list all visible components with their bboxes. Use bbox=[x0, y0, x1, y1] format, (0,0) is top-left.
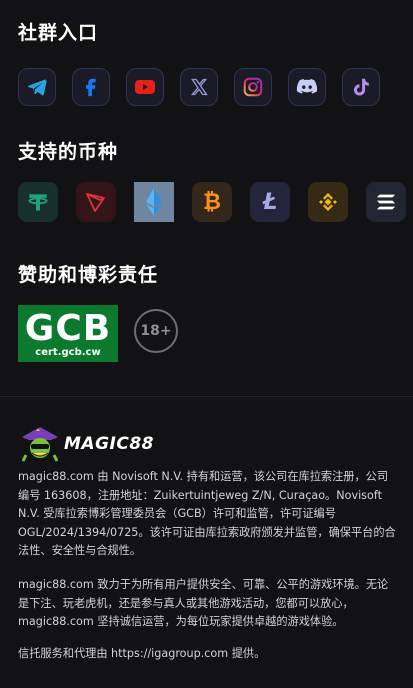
ethereum-icon bbox=[146, 188, 162, 216]
trust-service-text: 信托服务和代理由 https://igagroup.com 提供。 bbox=[18, 647, 266, 660]
mascot-icon bbox=[21, 427, 59, 462]
gcb-logo-text: GCB bbox=[24, 307, 112, 349]
commitment-text: magic88.com 致力于为所有用户提供安全、可靠、公平的游戏环境。无论是下… bbox=[18, 578, 389, 628]
brand-logo-text: MAGIC88 bbox=[64, 434, 154, 454]
tiktok-link[interactable] bbox=[342, 68, 380, 106]
x-icon bbox=[190, 78, 208, 96]
coin-list: ₿ Ł bbox=[18, 182, 413, 222]
coin-bitcoin: ₿ bbox=[192, 182, 232, 222]
tiktok-icon bbox=[353, 78, 369, 96]
x-link[interactable] bbox=[180, 68, 218, 106]
coin-litecoin: Ł bbox=[250, 182, 290, 222]
currencies-title: 支持的币种 bbox=[18, 141, 119, 163]
litecoin-icon: Ł bbox=[262, 189, 278, 215]
gcb-url: cert.gcb.cw bbox=[35, 346, 101, 358]
responsibility-title: 赞助和博彩责任 bbox=[18, 264, 159, 286]
discord-icon bbox=[296, 79, 318, 94]
telegram-link[interactable] bbox=[18, 68, 56, 106]
age-restriction-badge: 18+ bbox=[134, 309, 178, 353]
instagram-icon bbox=[243, 77, 263, 97]
solana-icon bbox=[376, 194, 396, 210]
youtube-icon bbox=[135, 80, 155, 94]
social-links bbox=[18, 68, 396, 106]
company-info-text: magic88.com 由 Novisoft N.V. 持有和运营，该公司在库拉… bbox=[18, 470, 396, 557]
coin-tron bbox=[76, 182, 116, 222]
facebook-icon bbox=[85, 78, 96, 97]
telegram-icon bbox=[27, 79, 47, 96]
instagram-link[interactable] bbox=[234, 68, 272, 106]
binance-icon bbox=[319, 193, 337, 211]
discord-link[interactable] bbox=[288, 68, 326, 106]
youtube-link[interactable] bbox=[126, 68, 164, 106]
tron-icon bbox=[86, 193, 105, 212]
coin-ethereum bbox=[134, 182, 174, 222]
footer-divider bbox=[0, 396, 413, 397]
coin-solana bbox=[366, 182, 406, 222]
community-title: 社群入口 bbox=[18, 22, 99, 44]
brand-logo: MAGIC88 bbox=[18, 425, 154, 463]
coin-tether bbox=[18, 182, 58, 222]
coin-binance bbox=[308, 182, 348, 222]
gcb-license-badge[interactable]: GCB cert.gcb.cw bbox=[18, 305, 118, 362]
facebook-link[interactable] bbox=[72, 68, 110, 106]
bitcoin-icon: ₿ bbox=[203, 190, 221, 215]
tether-icon bbox=[28, 194, 48, 211]
